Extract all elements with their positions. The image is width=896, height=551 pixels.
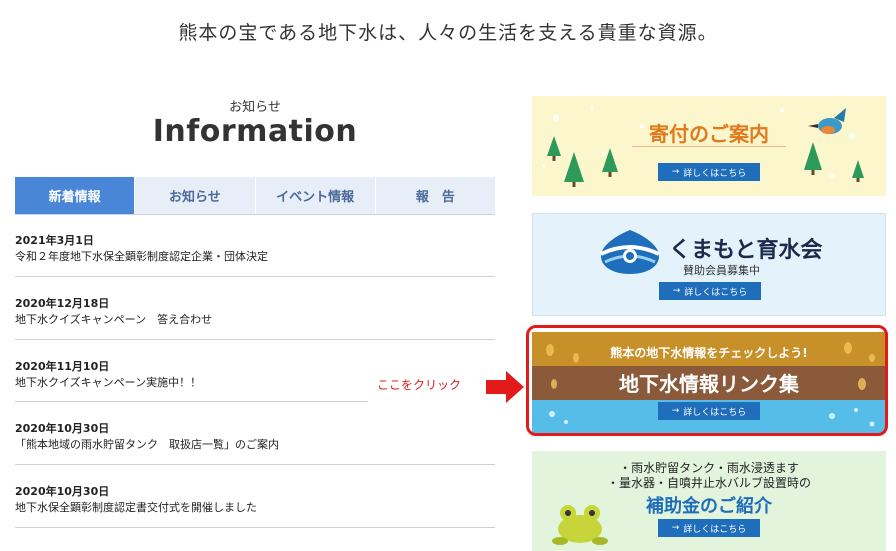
subsidy-banner[interactable]: ・雨水貯留タンク・雨水浸透ます ・量水器・自噴井止水バルブ設置時の 補助金のご紹… — [532, 451, 886, 551]
news-date: 2020年11月10日 — [15, 360, 110, 373]
tab-reports[interactable]: 報 告 — [374, 177, 495, 214]
ikusuikai-banner[interactable]: くまもと育水会 賛助会員募集中 → 詳しくはこちら — [532, 213, 886, 316]
info-subtitle: お知らせ — [229, 100, 281, 115]
divider — [632, 146, 786, 147]
news-title[interactable]: 令和２年度地下水保全顕彰制度認定企業・団体決定 — [15, 248, 268, 264]
news-list: 2021年3月1日 令和２年度地下水保全顕彰制度認定企業・団体決定 2020年1… — [15, 214, 495, 528]
news-item[interactable]: 2020年10月30日 地下水保全顕彰制度認定書交付式を開催しました — [15, 465, 495, 528]
tab-new[interactable]: 新着情報 — [15, 177, 135, 214]
donation-more-button[interactable]: → 詳しくはこちら — [658, 163, 760, 181]
tab-events[interactable]: イベント情報 — [254, 177, 375, 214]
more-label: 詳しくはこちら — [683, 524, 747, 535]
water-drop-logo-icon — [600, 230, 660, 274]
news-title[interactable]: 地下水クイズキャンペーン 答え合わせ — [15, 311, 212, 327]
more-label: 詳しくはこちら — [684, 287, 748, 298]
ikusuikai-more-button[interactable]: → 詳しくはこちら — [659, 282, 761, 300]
subsidy-line2: ・量水器・自噴井止水バルブ設置時の — [606, 476, 811, 490]
site-tagline: 熊本の宝である地下水は、人々の生活を支える貴重な資源。 — [178, 22, 718, 44]
more-label: 詳しくはこちら — [683, 168, 747, 179]
news-date: 2020年12月18日 — [15, 297, 110, 310]
click-here-label: ここをクリック — [377, 378, 462, 392]
tab-notice[interactable]: お知らせ — [134, 177, 255, 214]
arrow-right-icon — [486, 371, 524, 403]
donation-banner[interactable]: 寄付のご案内 → 詳しくはこちら — [532, 96, 886, 196]
arrow-right-icon: → — [671, 523, 680, 533]
news-item[interactable]: 2020年10月30日 「熊本地域の雨水貯留タンク 取扱店一覧」のご案内 — [15, 402, 495, 465]
arrow-right-icon: → — [671, 167, 680, 177]
news-date: 2020年10月30日 — [15, 485, 110, 498]
news-title[interactable]: 「熊本地域の雨水貯留タンク 取扱店一覧」のご案内 — [15, 436, 279, 452]
donation-title: 寄付のご案内 — [649, 122, 769, 146]
news-title[interactable]: 地下水保全顕彰制度認定書交付式を開催しました — [15, 499, 257, 515]
subsidy-title: 補助金のご紹介 — [646, 496, 772, 517]
news-item[interactable]: 2020年12月18日 地下水クイズキャンペーン 答え合わせ — [15, 277, 495, 340]
ikusuikai-title: くまもと育水会 — [669, 238, 823, 263]
news-title[interactable]: 地下水クイズキャンペーン実施中！！ — [15, 374, 201, 390]
subsidy-more-button[interactable]: → 詳しくはこちら — [658, 519, 760, 537]
news-date: 2020年10月30日 — [15, 422, 110, 435]
arrow-right-icon: → — [672, 286, 681, 296]
ikusuikai-subtitle: 賛助会員募集中 — [683, 264, 760, 277]
highlight-frame — [526, 325, 888, 436]
news-item[interactable]: 2021年3月1日 令和２年度地下水保全顕彰制度認定企業・団体決定 — [15, 214, 495, 277]
news-date: 2021年3月1日 — [15, 234, 94, 247]
info-title: Information — [152, 114, 358, 149]
news-tabs: 新着情報 お知らせ イベント情報 報 告 — [15, 177, 495, 215]
